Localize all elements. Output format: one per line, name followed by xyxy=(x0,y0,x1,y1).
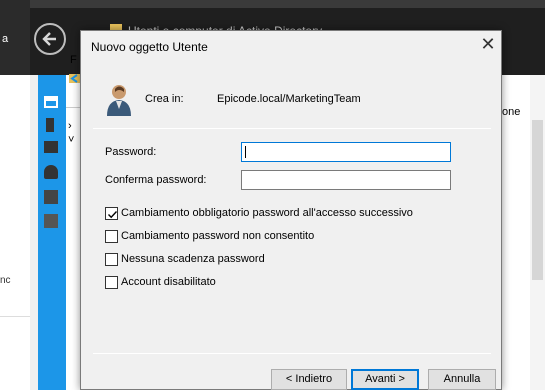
roles-icon[interactable] xyxy=(44,165,58,179)
option-label: Cambiamento password non consentito xyxy=(121,230,315,242)
tree-collapse-marker[interactable]: ˅ xyxy=(68,134,74,146)
left-edge-panel: a xyxy=(0,0,30,75)
background-menu-letter: F xyxy=(70,54,77,66)
close-button[interactable]: ✕ xyxy=(477,33,499,57)
new-user-dialog: Nuovo oggetto Utente ✕ Crea in: Epicode.… xyxy=(80,30,502,390)
option-label: Cambiamento obbligatorio password all'ac… xyxy=(121,207,413,219)
cancel-button[interactable]: Annulla xyxy=(428,369,496,390)
user-icon xyxy=(105,83,133,117)
divider xyxy=(0,316,30,317)
back-arrow-icon xyxy=(42,32,56,46)
checkbox[interactable] xyxy=(105,276,118,289)
header-strip xyxy=(30,0,545,8)
checkmark-icon xyxy=(108,211,118,219)
dashboard-icon[interactable] xyxy=(44,96,58,108)
option-label: Account disabilitato xyxy=(121,276,216,288)
services-icon[interactable] xyxy=(44,214,58,228)
back-small-icon xyxy=(70,74,79,83)
option-label: Nessuna scadenza password xyxy=(121,253,265,265)
checkbox[interactable] xyxy=(105,253,118,266)
back-button[interactable]: < Indietro xyxy=(271,369,347,390)
checkbox[interactable] xyxy=(105,230,118,243)
top-separator xyxy=(93,128,491,129)
back-arrow-button[interactable] xyxy=(34,23,66,55)
scrollbar-thumb[interactable] xyxy=(532,120,543,280)
next-button[interactable]: Avanti > xyxy=(351,369,419,390)
create-in-label: Crea in: xyxy=(145,93,184,105)
server-icon[interactable] xyxy=(46,118,54,132)
left-edge-lower-panel: nc xyxy=(0,75,30,390)
confirm-password-field[interactable] xyxy=(241,170,451,190)
servers-icon[interactable] xyxy=(44,141,58,153)
storage-icon[interactable] xyxy=(44,190,58,204)
bottom-separator xyxy=(93,353,491,354)
left-edge-bottom-text: nc xyxy=(0,275,11,286)
password-field[interactable] xyxy=(241,142,451,162)
text-caret xyxy=(245,146,246,158)
checkbox[interactable] xyxy=(105,207,118,220)
password-label: Password: xyxy=(105,146,157,158)
left-edge-text: a xyxy=(2,33,9,45)
dialog-title: Nuovo oggetto Utente xyxy=(91,40,208,54)
create-in-path: Epicode.local/MarketingTeam xyxy=(217,93,361,105)
column-fragment-text: one xyxy=(502,106,521,118)
confirm-password-label: Conferma password: xyxy=(105,174,207,186)
tree-expand-marker[interactable]: › xyxy=(68,120,72,132)
